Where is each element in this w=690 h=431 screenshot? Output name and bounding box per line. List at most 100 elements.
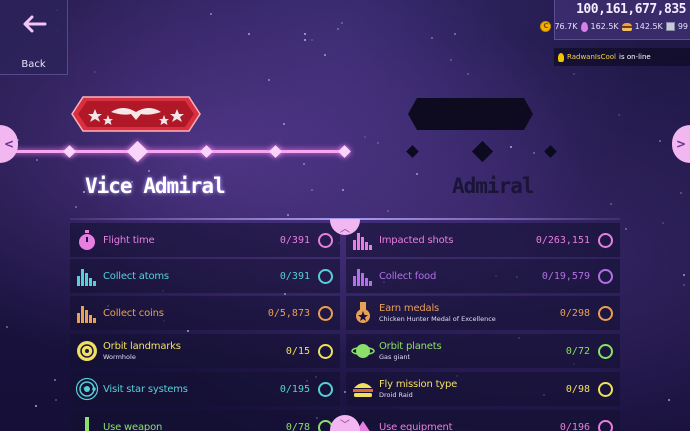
task-row: Collect atoms 0/391	[70, 259, 340, 293]
star	[310, 38, 313, 41]
track-node	[200, 145, 213, 158]
star	[610, 202, 613, 205]
task-row: Earn medals Chicken Hunter Medal of Excel…	[346, 296, 620, 330]
next-rank-title: Admiral	[452, 174, 535, 198]
chip-icon	[665, 22, 675, 31]
task-label: Impacted shots	[379, 234, 454, 246]
back-arrow-icon	[23, 15, 46, 33]
task-label: Use equipment	[379, 421, 453, 431]
track-node-current	[126, 140, 149, 163]
star	[209, 12, 212, 15]
chevron-up-icon: ︿	[340, 223, 350, 235]
current-rank-title: Vice Admiral	[85, 174, 226, 198]
task-label: Orbit landmarks	[103, 341, 181, 352]
task-progress: 0/391	[279, 270, 310, 282]
task-progress: 0/196	[559, 421, 590, 431]
star	[364, 135, 367, 138]
star	[311, 189, 313, 192]
task-status-ring	[598, 268, 613, 284]
star	[668, 399, 671, 402]
star	[680, 192, 683, 195]
resources-row: C 76.7K 162.5K 142.5K 99	[540, 21, 688, 32]
chevron-left-icon: <	[3, 137, 15, 151]
star	[268, 79, 271, 82]
star	[323, 53, 326, 56]
next-rank-button[interactable]: >	[672, 125, 690, 163]
star	[54, 399, 57, 402]
bar-graph-icon	[351, 264, 375, 288]
task-text: Earn medals Chicken Hunter Medal of Excel…	[379, 303, 560, 323]
track-node-locked	[544, 145, 557, 158]
star	[386, 210, 389, 212]
star	[303, 162, 306, 165]
task-text: Orbit planets Gas giant	[379, 341, 566, 361]
back-button[interactable]: Back	[0, 0, 68, 75]
task-status-ring	[598, 305, 613, 321]
task-label: Flight time	[103, 234, 155, 246]
food-icon	[621, 22, 632, 31]
task-label: Collect atoms	[103, 270, 169, 282]
star	[625, 227, 628, 230]
prev-rank-button[interactable]: <	[0, 125, 18, 163]
star	[286, 214, 289, 217]
star	[304, 38, 307, 41]
task-progress: 0/5,873	[267, 307, 310, 319]
task-subtitle: Wormhole	[103, 353, 136, 361]
resource-food: 142.5K	[634, 22, 663, 31]
star	[283, 122, 286, 125]
resource-drops: 162.5K	[590, 22, 619, 31]
star	[662, 221, 665, 224]
task-text: Flight time	[103, 235, 280, 246]
task-row: Orbit landmarks Wormhole 0/15	[70, 334, 340, 368]
star	[683, 273, 686, 276]
currency-panel: 100,161,677,835 C 76.7K 162.5K 142.5K 99	[540, 0, 690, 40]
bar-graph-icon	[75, 301, 99, 325]
track-node	[269, 145, 282, 158]
star-system-icon	[75, 377, 99, 401]
planet-icon	[351, 339, 375, 363]
task-text: Impacted shots	[379, 235, 536, 246]
star	[148, 169, 151, 172]
star	[430, 37, 433, 40]
stopwatch-icon	[75, 228, 99, 252]
star	[453, 33, 456, 35]
burger-icon	[351, 377, 375, 401]
star	[247, 33, 250, 36]
task-row: Visit star systems 0/195	[70, 372, 340, 406]
task-progress: 0/298	[559, 307, 590, 319]
star	[467, 72, 470, 75]
star	[573, 72, 576, 75]
task-subtitle: Droid Raid	[379, 391, 413, 399]
task-progress: 0/391	[279, 234, 310, 246]
notification-message: is on-line	[619, 53, 651, 61]
bulb-icon	[558, 52, 564, 62]
vice-admiral-badge	[71, 96, 201, 132]
star	[450, 58, 453, 61]
task-status-ring	[598, 232, 613, 248]
track-node-locked	[471, 140, 494, 163]
star	[659, 140, 662, 143]
star	[35, 159, 38, 162]
task-row: Impacted shots 0/263,151	[346, 223, 620, 257]
star	[303, 32, 306, 35]
coin-icon: C	[540, 21, 552, 32]
task-progress: 0/72	[565, 345, 590, 357]
task-status-ring	[598, 419, 613, 431]
back-label: Back	[21, 59, 46, 70]
notification-player: RadwanIsCool	[567, 53, 617, 61]
task-progress: 0/263,151	[535, 234, 590, 246]
star	[416, 173, 419, 176]
bar-graph-icon	[75, 264, 99, 288]
task-text: Fly mission type Droid Raid	[379, 379, 566, 399]
task-status-ring	[318, 232, 333, 248]
task-status-ring	[598, 343, 613, 359]
task-label: Collect coins	[103, 307, 164, 319]
star	[618, 113, 621, 116]
admiral-badge	[408, 98, 533, 130]
task-subtitle: Chicken Hunter Medal of Excellence	[379, 315, 496, 323]
rank-track	[0, 150, 346, 153]
task-label: Collect food	[379, 270, 437, 282]
star	[342, 189, 345, 192]
task-label: Earn medals	[379, 303, 440, 314]
star	[683, 283, 686, 286]
